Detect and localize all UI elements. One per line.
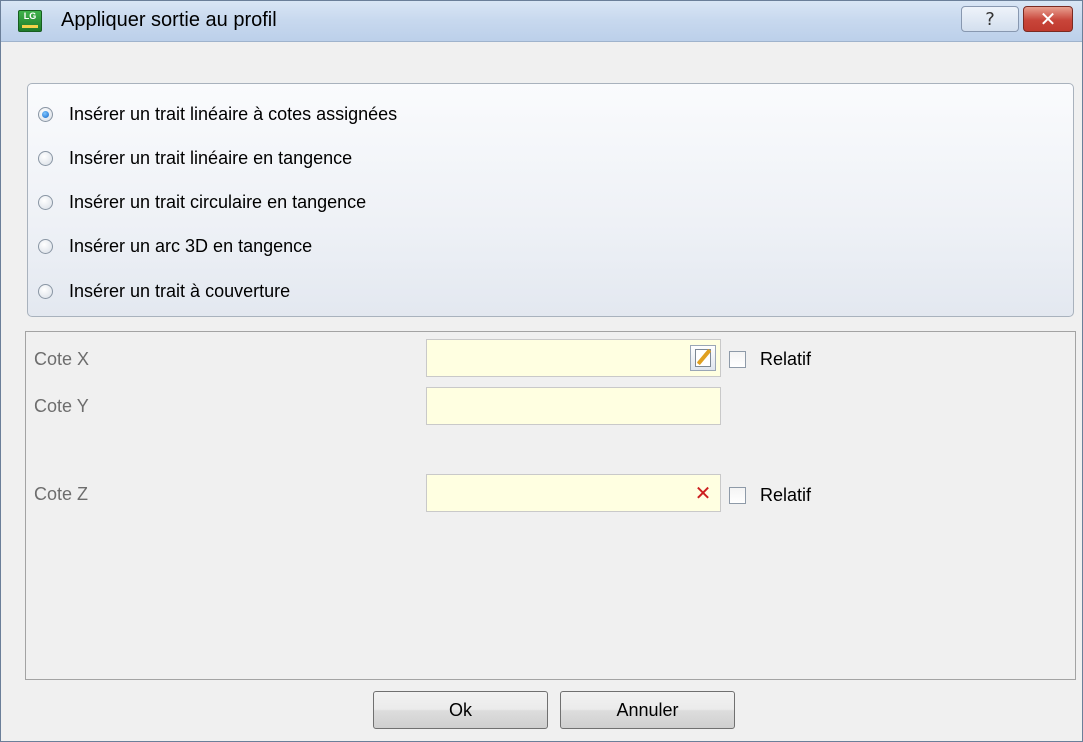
- title-bar[interactable]: LG Appliquer sortie au profil ? ✕: [1, 1, 1082, 42]
- cote-z-relative[interactable]: Relatif: [729, 485, 811, 506]
- close-button[interactable]: ✕: [1023, 6, 1073, 32]
- help-button[interactable]: ?: [961, 6, 1019, 32]
- cote-x-input[interactable]: [426, 339, 721, 377]
- coordinates-panel: Cote X Relatif Cote Y Cote Z ✕ Relatif: [25, 331, 1076, 680]
- clear-icon[interactable]: ✕: [690, 480, 716, 506]
- cote-x-label: Cote X: [34, 349, 90, 369]
- option-coverage[interactable]: Insérer un trait à couverture: [38, 277, 290, 305]
- ok-button[interactable]: Ok: [373, 691, 548, 729]
- radio-button[interactable]: [38, 283, 53, 299]
- option-linear-assigned[interactable]: Insérer un trait linéaire à cotes assign…: [38, 100, 397, 128]
- app-icon: LG: [18, 10, 42, 32]
- option-circular-tangent[interactable]: Insérer un trait circulaire en tangence: [38, 188, 366, 216]
- cote-x-relative-checkbox[interactable]: [729, 351, 746, 368]
- radio-button[interactable]: [38, 150, 53, 166]
- option-arc3d-tangent[interactable]: Insérer un arc 3D en tangence: [38, 232, 312, 260]
- cote-x-relative-label: Relatif: [760, 349, 812, 369]
- option-label: Insérer un trait linéaire à cotes assign…: [69, 103, 398, 124]
- cote-z-relative-label: Relatif: [760, 485, 812, 505]
- cancel-button[interactable]: Annuler: [560, 691, 735, 729]
- window-title: Appliquer sortie au profil: [61, 9, 277, 31]
- cote-z-input[interactable]: ✕: [426, 474, 721, 512]
- cote-y-input[interactable]: [426, 387, 721, 425]
- cote-y-label: Cote Y: [34, 396, 89, 416]
- radio-button[interactable]: [38, 238, 53, 254]
- cote-z-relative-checkbox[interactable]: [729, 487, 746, 504]
- option-label: Insérer un arc 3D en tangence: [69, 235, 313, 256]
- option-label: Insérer un trait circulaire en tangence: [69, 191, 367, 212]
- option-linear-tangent[interactable]: Insérer un trait linéaire en tangence: [38, 144, 352, 172]
- option-label: Insérer un trait à couverture: [69, 280, 291, 301]
- cote-z-label: Cote Z: [34, 484, 89, 504]
- edit-icon[interactable]: [690, 345, 716, 371]
- radio-button[interactable]: [38, 194, 53, 210]
- radio-button[interactable]: [38, 106, 53, 122]
- help-icon: ?: [985, 8, 995, 30]
- dialog-window: LG Appliquer sortie au profil ? ✕ Insére…: [0, 0, 1083, 742]
- insert-mode-group: Insérer un trait linéaire à cotes assign…: [27, 83, 1074, 317]
- cote-x-relative[interactable]: Relatif: [729, 349, 811, 370]
- close-icon: ✕: [1039, 7, 1057, 31]
- option-label: Insérer un trait linéaire en tangence: [69, 147, 353, 168]
